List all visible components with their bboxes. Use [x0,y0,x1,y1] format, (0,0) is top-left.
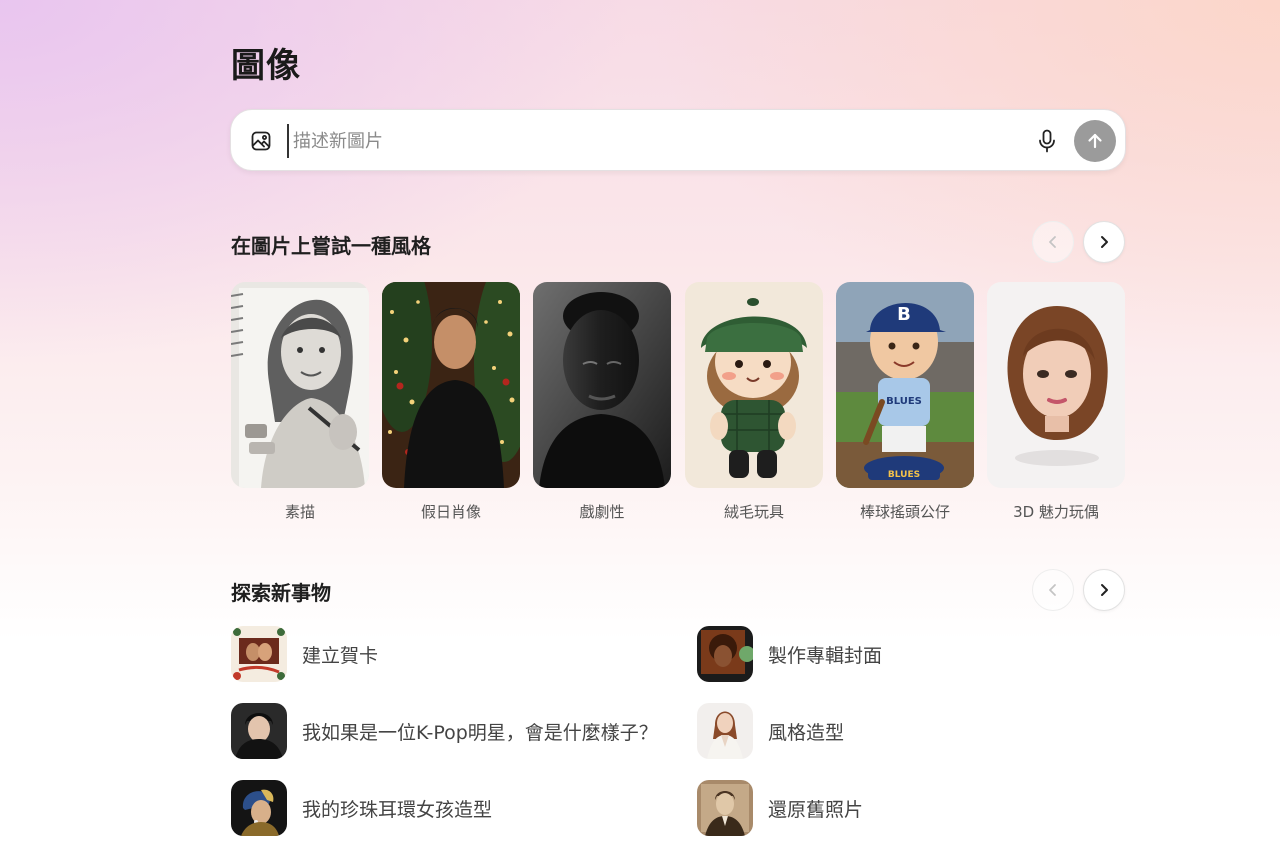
svg-text:BLUES: BLUES [888,470,920,480]
search-bar [230,109,1126,171]
explore-section-title: 探索新事物 [231,581,331,605]
explore-thumbnail [697,780,753,836]
style-label: 3D 魅力玩偶 [1013,503,1099,521]
chevron-right-icon [1101,236,1108,248]
style-thumbnail [685,282,823,488]
explore-thumbnail [231,626,287,682]
arrow-up-icon [1088,133,1102,149]
explore-label: 我如果是一位K-Pop明星，會是什麼樣子？ [302,721,658,744]
explore-thumbnail [231,703,287,759]
explore-label: 我的珍珠耳環女孩造型 [302,798,493,821]
microphone-icon[interactable] [1035,128,1059,154]
image-plus-icon[interactable] [249,129,273,153]
style-label: 棒球搖頭公仔 [859,503,950,521]
explore-thumbnail [231,780,287,836]
page-title: 圖像 [231,46,301,86]
style-thumbnail: B BLUES BLUES [836,282,974,488]
explore-prev-button[interactable] [1032,569,1074,611]
explore-item-greeting-card[interactable]: 建立賀卡 [231,626,378,682]
explore-item-pearl-earring[interactable]: 我的珍珠耳環女孩造型 [231,780,492,836]
svg-text:B: B [897,304,911,325]
style-card-holiday-portrait[interactable]: 假日肖像 [382,282,520,522]
styles-next-button[interactable] [1083,221,1125,263]
chevron-left-icon [1049,584,1056,596]
svg-text:BLUES: BLUES [886,396,922,407]
explore-thumbnail [697,626,753,682]
styles-prev-button[interactable] [1032,221,1074,263]
style-card-dramatic[interactable]: 戲劇性 [533,282,671,522]
explore-label: 風格造型 [768,721,845,744]
style-card-sketch[interactable]: 素描 [231,282,369,522]
styles-section-title: 在圖片上嘗試一種風格 [231,234,431,258]
explore-label: 建立賀卡 [302,644,379,667]
style-card-bobblehead[interactable]: B BLUES BLUES 棒球搖頭公仔 [836,282,974,522]
explore-item-restore-photo[interactable]: 還原舊照片 [697,780,863,836]
explore-label: 製作專輯封面 [768,644,883,667]
style-thumbnail [231,282,369,488]
style-label: 戲劇性 [579,503,625,521]
style-thumbnail [533,282,671,488]
style-thumbnail [987,282,1125,488]
explore-next-button[interactable] [1083,569,1125,611]
style-thumbnail [382,282,520,488]
send-button[interactable] [1074,120,1116,162]
search-input[interactable] [287,124,1007,158]
style-label: 絨毛玩具 [723,503,784,521]
style-label: 假日肖像 [420,503,481,521]
style-label: 素描 [284,503,315,521]
explore-label: 還原舊照片 [768,798,864,821]
explore-thumbnail [697,703,753,759]
style-card-plush-toy[interactable]: 絨毛玩具 [685,282,823,522]
explore-item-fashion-style[interactable]: 風格造型 [697,703,844,759]
style-card-3d-doll[interactable]: 3D 魅力玩偶 [987,282,1125,522]
chevron-left-icon [1049,236,1056,248]
chevron-right-icon [1101,584,1108,596]
explore-item-album-cover[interactable]: 製作專輯封面 [697,626,882,682]
explore-item-kpop[interactable]: 我如果是一位K-Pop明星，會是什麼樣子？ [231,703,658,759]
